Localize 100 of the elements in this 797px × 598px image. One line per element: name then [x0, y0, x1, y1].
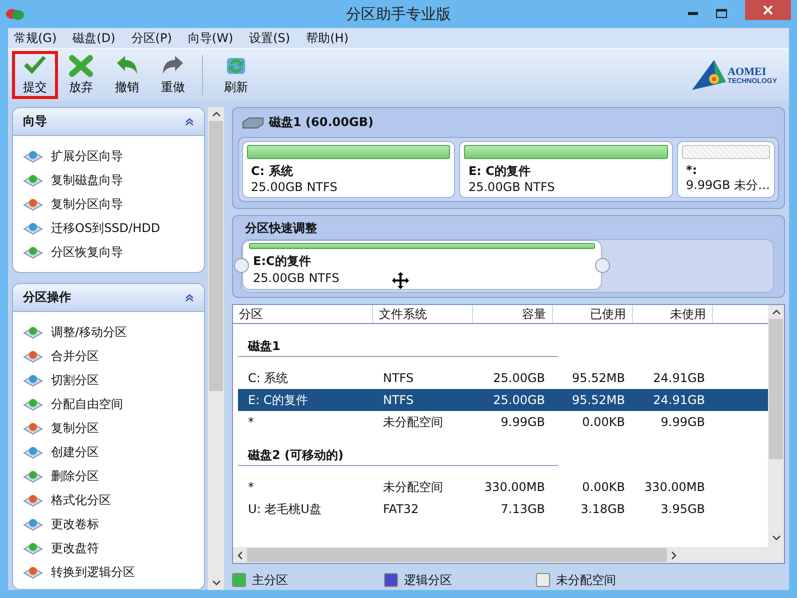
partition-info: 25.00GB NTFS — [467, 180, 556, 194]
logo-name: AOMEI — [728, 66, 768, 78]
toolbar-button[interactable]: 提交 — [12, 51, 58, 99]
partition-block[interactable]: E:C的复件 25.00GB NTFS — [242, 240, 602, 290]
legend-label: 主分区 — [252, 572, 288, 588]
sidebar-item[interactable]: 更改盘符 — [51, 540, 99, 557]
column-header[interactable]: 分区 — [233, 305, 373, 323]
sidebar-item[interactable]: 切割分区 — [51, 372, 99, 389]
sidebar-item[interactable]: 迁移OS到SSD/HDD — [51, 220, 160, 236]
partition-name: E: C的复件 — [467, 163, 532, 180]
scrollbar[interactable] — [233, 547, 768, 563]
column-header[interactable]: 已使用 — [553, 305, 633, 323]
table-cell-text: 9.99GB — [500, 415, 546, 429]
toolbar-button[interactable]: 重做 — [150, 51, 196, 99]
resize-handle[interactable] — [595, 258, 610, 273]
table-row[interactable]: E: C的复件 NTFS 25.00GB 95.52MB 24.91GB — [238, 389, 768, 411]
check-icon — [22, 54, 48, 76]
collapse-icon[interactable] — [185, 118, 194, 126]
resize-handle[interactable] — [234, 258, 249, 273]
menu-item[interactable]: 磁盘(D) — [64, 30, 124, 46]
table-cell-text: 25.00GB — [492, 371, 546, 385]
table-cell-text: NTFS — [382, 393, 415, 407]
scroll-down-icon[interactable] — [772, 535, 780, 541]
table-row[interactable]: * 未分配空间 9.99GB 0.00KB 9.99GB — [238, 411, 768, 433]
cross-icon — [69, 54, 93, 76]
table-cell-text: 7.13GB — [500, 502, 546, 516]
toolbar-button[interactable]: 刷新 — [213, 51, 259, 99]
disk-icon — [23, 516, 43, 532]
menu-item[interactable]: 设置(S) — [241, 30, 298, 46]
disk-icon — [23, 444, 43, 460]
table-cell-text: U: 老毛桃U盘 — [247, 500, 322, 518]
sidebar-item[interactable]: 复制磁盘向导 — [51, 172, 123, 188]
table-cell-text: 未分配空间 — [382, 414, 444, 430]
scroll-up-icon[interactable] — [212, 111, 220, 117]
undo-arrow-icon — [115, 54, 139, 76]
partition-info: 25.00GB NTFS — [250, 180, 338, 194]
disk-icon — [23, 564, 43, 580]
sidebar-item[interactable]: 合并分区 — [51, 348, 99, 365]
close-button[interactable] — [745, 0, 791, 20]
toolbar-button[interactable]: 撤销 — [104, 51, 150, 99]
table-cell-text: NTFS — [382, 371, 415, 385]
sidebar-item[interactable]: 格式化分区 — [51, 492, 111, 509]
collapse-icon[interactable] — [185, 294, 194, 302]
move-cursor-icon — [392, 272, 409, 289]
scroll-right-icon[interactable] — [671, 550, 677, 560]
sidebar-item[interactable]: 调整/移动分区 — [51, 324, 128, 341]
partition-name: E:C的复件 — [252, 253, 311, 270]
partition-name: *: — [684, 163, 698, 177]
sidebar-item[interactable]: 分配自由空间 — [51, 396, 123, 413]
scroll-down-icon[interactable] — [212, 580, 220, 586]
group-title: 磁盘2 (可移动的) — [248, 446, 344, 464]
sidebar-item[interactable]: 复制分区向导 — [51, 196, 123, 212]
table-cell-text: 3.95GB — [660, 502, 706, 516]
legend-label: 未分配空间 — [556, 572, 616, 588]
sidebar-item[interactable]: 删除分区 — [51, 468, 99, 485]
sidebar-item[interactable]: 转换到逻辑分区 — [51, 564, 135, 581]
sidebar-item[interactable]: 更改卷标 — [51, 516, 99, 533]
partition-block[interactable]: C: 系统 25.00GB NTFS — [242, 141, 456, 198]
table-cell-text: 330.00MB — [643, 480, 706, 494]
table-cell-text: 95.52MB — [571, 393, 626, 407]
partition-block[interactable]: E: C的复件 25.00GB NTFS — [459, 141, 673, 198]
sidebar-item[interactable]: 分区恢复向导 — [51, 244, 123, 260]
sidebar-item[interactable]: 复制分区 — [51, 420, 99, 437]
scroll-up-icon[interactable] — [772, 309, 780, 315]
scrollbar[interactable] — [768, 305, 784, 563]
menu-item[interactable]: 分区(P) — [123, 30, 180, 46]
table-cell-text: 9.99GB — [660, 415, 706, 429]
table-cell-text: 95.52MB — [571, 371, 626, 385]
table-row[interactable]: * 未分配空间 330.00MB 0.00KB 330.00MB — [238, 476, 768, 498]
sidebar-item[interactable]: 扩展分区向导 — [51, 148, 123, 164]
app-icon — [6, 7, 24, 21]
group-title: 磁盘1 — [248, 338, 280, 354]
table-cell-text: * — [247, 480, 255, 494]
column-header[interactable]: 容量 — [473, 305, 553, 323]
table-row[interactable]: C: 系统 NTFS 25.00GB 95.52MB 24.91GB — [238, 367, 768, 389]
minimize-icon[interactable] — [688, 12, 698, 16]
table-cell-text: 24.91GB — [652, 371, 706, 385]
column-header[interactable]: 未使用 — [633, 305, 713, 323]
close-icon — [763, 5, 773, 15]
sidebar-item[interactable]: 创建分区 — [51, 444, 99, 461]
redo-arrow-icon — [161, 54, 185, 76]
menu-item[interactable]: 向导(W) — [180, 30, 242, 46]
table-cell-text: 未分配空间 — [382, 478, 444, 496]
disk-icon — [23, 420, 43, 436]
table-cell-text: 25.00GB — [492, 393, 546, 407]
disk-icon — [23, 540, 43, 556]
menu-item[interactable]: 帮助(H) — [298, 30, 356, 46]
panel-title: 分区操作 — [23, 289, 71, 306]
table-row[interactable]: U: 老毛桃U盘 FAT32 7.13GB 3.18GB 3.95GB — [238, 498, 768, 520]
maximize-icon[interactable] — [716, 9, 727, 19]
menu-item[interactable]: 常规(G) — [12, 30, 65, 46]
partition-block[interactable]: *: 9.99GB 未分… — [676, 141, 776, 198]
panel-title: 分区快速调整 — [244, 220, 318, 237]
disk-icon — [23, 324, 43, 340]
toolbar-button[interactable]: 放弃 — [58, 51, 104, 99]
column-header[interactable]: 文件系统 — [373, 305, 473, 323]
scrollbar[interactable] — [208, 107, 224, 590]
table-cell-text: 0.00KB — [581, 480, 626, 494]
table-cell-text: 0.00KB — [581, 415, 626, 429]
scroll-left-icon[interactable] — [237, 550, 243, 560]
